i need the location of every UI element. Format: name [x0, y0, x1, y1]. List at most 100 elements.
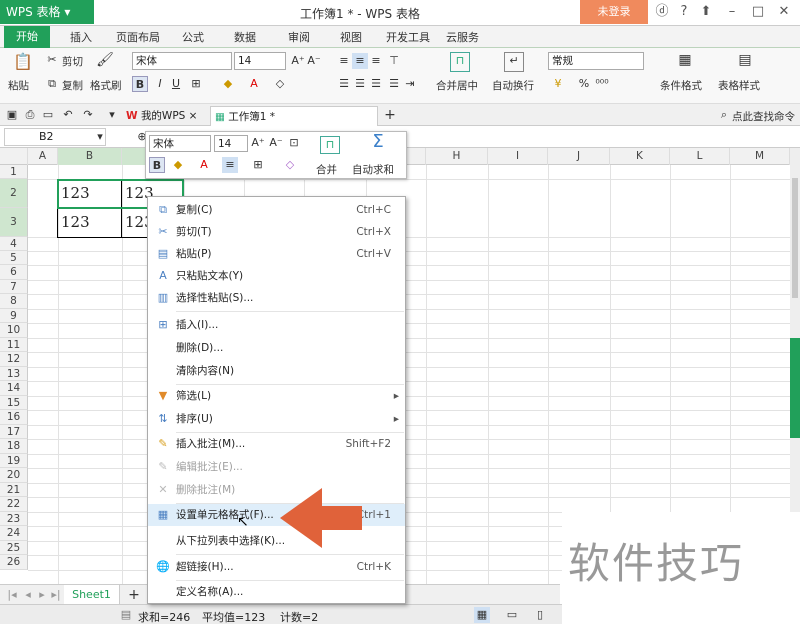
paste-button[interactable]: 粘贴	[8, 78, 29, 93]
tab-my-wps[interactable]: W 我的WPS ×	[122, 106, 208, 126]
align-top-icon[interactable]: ≡	[336, 53, 352, 69]
conditional-format-icon[interactable]: ▦	[674, 52, 696, 74]
cell-b3[interactable]: 123	[58, 213, 90, 231]
row-header-3[interactable]: 3	[0, 208, 28, 237]
wrap-text-button[interactable]: 自动换行	[492, 78, 534, 93]
menu-item-clear[interactable]: 清除内容(N)	[148, 360, 405, 382]
save-icon[interactable]: ▣	[4, 107, 20, 123]
mini-font-select[interactable]: 宋体	[149, 135, 211, 152]
shrink-font-icon[interactable]: A⁻	[306, 53, 322, 69]
col-header-k[interactable]: K	[610, 148, 670, 165]
row-header-14[interactable]: 14	[0, 381, 28, 396]
row-header-24[interactable]: 24	[0, 526, 28, 541]
mini-copy-format-icon[interactable]: ⊡	[286, 135, 302, 151]
row-header-16[interactable]: 16	[0, 410, 28, 425]
clear-format-icon[interactable]: ◇	[272, 76, 288, 92]
menu-item-paste[interactable]: ▤ 粘贴(P) Ctrl+V	[148, 243, 405, 265]
justify-icon[interactable]: ☰	[386, 76, 402, 92]
col-header-m[interactable]: M	[730, 148, 790, 165]
align-center-icon[interactable]: ☰	[352, 76, 368, 92]
row-header-8[interactable]: 8	[0, 294, 28, 309]
row-header-7[interactable]: 7	[0, 280, 28, 294]
tab-cloud[interactable]: 云服务	[446, 29, 479, 45]
scissors-icon[interactable]: ✂	[44, 52, 60, 68]
col-header-i[interactable]: I	[488, 148, 548, 165]
close-icon[interactable]: ✕	[774, 2, 794, 22]
italic-button[interactable]: I	[152, 76, 168, 92]
app-menu-button[interactable]: WPS 表格 ▾	[0, 0, 94, 24]
select-all-corner[interactable]	[0, 148, 28, 165]
cut-button[interactable]: 剪切	[62, 54, 83, 69]
row-header-25[interactable]: 25	[0, 541, 28, 555]
row-header-1[interactable]: 1	[0, 165, 28, 179]
row-header-5[interactable]: 5	[0, 251, 28, 265]
font-color-icon[interactable]: A	[246, 76, 262, 92]
tab-formula[interactable]: 公式	[182, 29, 204, 45]
col-header-a[interactable]: A	[28, 148, 58, 165]
row-header-13[interactable]: 13	[0, 367, 28, 381]
side-panel-toggle[interactable]	[790, 338, 800, 438]
login-button[interactable]: 未登录	[580, 0, 648, 24]
row-header-23[interactable]: 23	[0, 512, 28, 526]
orientation-icon[interactable]: ⊤	[386, 53, 402, 69]
col-header-j[interactable]: J	[548, 148, 610, 165]
last-sheet-icon[interactable]: ▸|	[48, 587, 64, 603]
page-break-view-icon[interactable]: ▯	[532, 607, 548, 623]
mini-merge-icon[interactable]: ⊓	[320, 136, 340, 154]
mini-size-select[interactable]: 14	[214, 135, 248, 152]
skin-icon[interactable]: ⓓ	[652, 2, 672, 22]
row-header-2[interactable]: 2	[0, 179, 28, 208]
row-header-20[interactable]: 20	[0, 468, 28, 483]
namebox-dropdown-icon[interactable]: ▾	[92, 129, 108, 145]
tab-view[interactable]: 视图	[340, 29, 362, 45]
print-preview-icon[interactable]: ▭	[40, 107, 56, 123]
maximize-icon[interactable]: □	[748, 2, 768, 22]
row-header-15[interactable]: 15	[0, 396, 28, 410]
menu-item-cut[interactable]: ✂ 剪切(T) Ctrl+X	[148, 221, 405, 243]
align-right-icon[interactable]: ☰	[368, 76, 384, 92]
cell-b2[interactable]: 123	[58, 184, 90, 202]
row-header-26[interactable]: 26	[0, 555, 28, 570]
menu-item-hyperlink[interactable]: 🌐 超链接(H)... Ctrl+K	[148, 556, 405, 578]
thousands-icon[interactable]: ⁰⁰⁰	[594, 76, 610, 92]
redo-icon[interactable]: ↷	[80, 107, 96, 123]
align-middle-icon[interactable]: ≡	[352, 53, 368, 69]
add-sheet-icon[interactable]: +	[126, 587, 142, 603]
row-header-4[interactable]: 4	[0, 237, 28, 251]
copy-icon[interactable]: ⧉	[44, 76, 60, 92]
scroll-thumb[interactable]	[792, 178, 798, 298]
mini-align-icon[interactable]: ≡	[222, 157, 238, 173]
align-left-icon[interactable]: ☰	[336, 76, 352, 92]
tab-developer[interactable]: 开发工具	[386, 29, 430, 45]
row-header-9[interactable]: 9	[0, 309, 28, 323]
first-sheet-icon[interactable]: |◂	[4, 587, 20, 603]
fill-color-icon[interactable]: ◆	[220, 76, 236, 92]
col-header-l[interactable]: L	[670, 148, 730, 165]
menu-item-insert[interactable]: ⊞ 插入(I)...	[148, 314, 405, 336]
row-header-10[interactable]: 10	[0, 323, 28, 338]
format-painter-button[interactable]: 格式刷	[90, 78, 122, 93]
print-icon[interactable]: ⎙	[22, 107, 38, 123]
table-style-icon[interactable]: ▤	[734, 52, 756, 74]
tab-review[interactable]: 审阅	[288, 29, 310, 45]
row-header-22[interactable]: 22	[0, 497, 28, 512]
menu-item-filter[interactable]: ▼ 筛选(L) ▸	[148, 385, 405, 407]
menu-item-format-cells[interactable]: ▦ 设置单元格格式(F)... Ctrl+1	[148, 504, 405, 526]
new-tab-icon[interactable]: +	[382, 107, 398, 123]
font-size-select[interactable]: 14	[234, 52, 286, 70]
align-bottom-icon[interactable]: ≡	[368, 53, 384, 69]
tab-insert[interactable]: 插入	[70, 29, 92, 45]
row-header-11[interactable]: 11	[0, 338, 28, 352]
sheet-tab[interactable]: Sheet1	[64, 585, 120, 605]
brush-icon[interactable]: 🖌	[96, 52, 114, 72]
merge-icon[interactable]: ⊓	[450, 52, 470, 72]
mini-border-icon[interactable]: ⊞	[250, 157, 266, 173]
customize-icon[interactable]: ▾	[104, 107, 120, 123]
indent-icon[interactable]: ⇥	[402, 76, 418, 92]
mini-merge-button[interactable]: 合并	[316, 162, 337, 177]
row-header-12[interactable]: 12	[0, 352, 28, 367]
wrap-icon[interactable]: ↵	[504, 52, 524, 72]
row-header-18[interactable]: 18	[0, 439, 28, 454]
paste-icon[interactable]: 📋	[12, 54, 34, 74]
help-icon[interactable]: ?	[674, 2, 694, 22]
